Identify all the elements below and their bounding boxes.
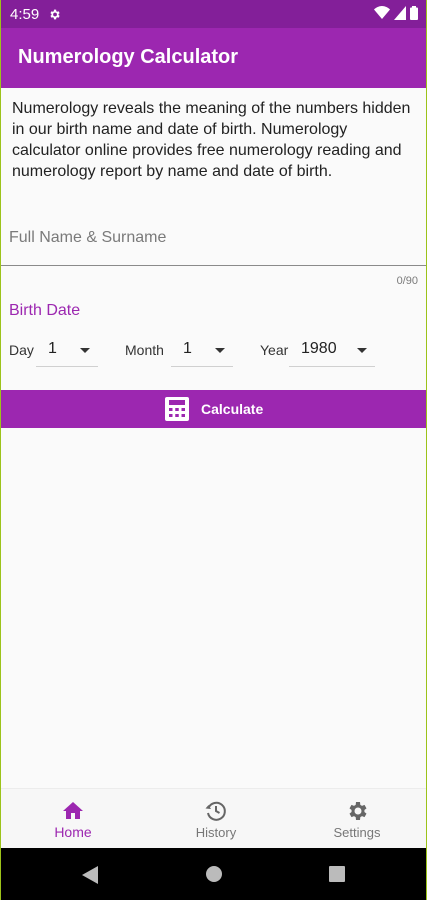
- settings-icon: [349, 802, 367, 820]
- signal-icon: [394, 6, 406, 20]
- dropdown-arrow-icon: [215, 348, 225, 353]
- calculate-label: Calculate: [201, 401, 264, 417]
- day-spinner[interactable]: 1: [36, 334, 98, 367]
- month-label: Month: [125, 342, 164, 358]
- status-icons: [374, 6, 418, 20]
- intro-text: Numerology reveals the meaning of the nu…: [12, 100, 411, 180]
- recents-icon[interactable]: [329, 866, 345, 882]
- dropdown-arrow-icon: [357, 348, 367, 353]
- character-counter: 0/90: [396, 275, 418, 287]
- calculator-icon: [165, 397, 189, 421]
- app-title: Numerology Calculator: [18, 46, 239, 68]
- back-icon[interactable]: [82, 866, 98, 884]
- system-navigation-bar: [1, 848, 426, 900]
- app-screen: 4:59 Numerology Calculator Numerology re…: [1, 0, 426, 900]
- bottom-navigation: Home History Settings: [1, 788, 426, 849]
- year-spinner[interactable]: 1980: [289, 334, 375, 367]
- month-value: 1: [183, 340, 192, 357]
- year-value: 1980: [301, 340, 337, 357]
- nav-label-history: History: [195, 825, 237, 840]
- birth-date-row: Day 1 Month 1 Year 1980: [1, 334, 426, 368]
- dropdown-arrow-icon: [80, 348, 90, 353]
- day-label: Day: [9, 342, 34, 358]
- home-circle-icon[interactable]: [206, 866, 222, 882]
- home-icon: [63, 802, 83, 819]
- birth-date-label: Birth Date: [9, 302, 81, 319]
- full-name-input[interactable]: Full Name & Surname: [1, 220, 426, 266]
- year-label: Year: [260, 342, 289, 358]
- battery-icon: [410, 6, 418, 20]
- nav-label-settings: Settings: [333, 825, 381, 840]
- wifi-icon: [374, 6, 390, 19]
- status-bar: 4:59: [1, 0, 426, 28]
- status-time: 4:59: [10, 5, 40, 23]
- month-spinner[interactable]: 1: [171, 334, 233, 367]
- nav-item-history[interactable]: History: [156, 789, 276, 849]
- nav-item-settings[interactable]: Settings: [297, 789, 417, 849]
- history-icon: [205, 801, 226, 821]
- full-name-placeholder: Full Name & Surname: [9, 229, 167, 246]
- nav-label-home: Home: [54, 824, 92, 840]
- nav-item-home[interactable]: Home: [13, 789, 133, 849]
- calculate-button[interactable]: Calculate: [1, 390, 426, 428]
- day-value: 1: [48, 340, 57, 357]
- app-bar: Numerology Calculator: [1, 28, 426, 88]
- settings-gear-icon: [50, 9, 60, 19]
